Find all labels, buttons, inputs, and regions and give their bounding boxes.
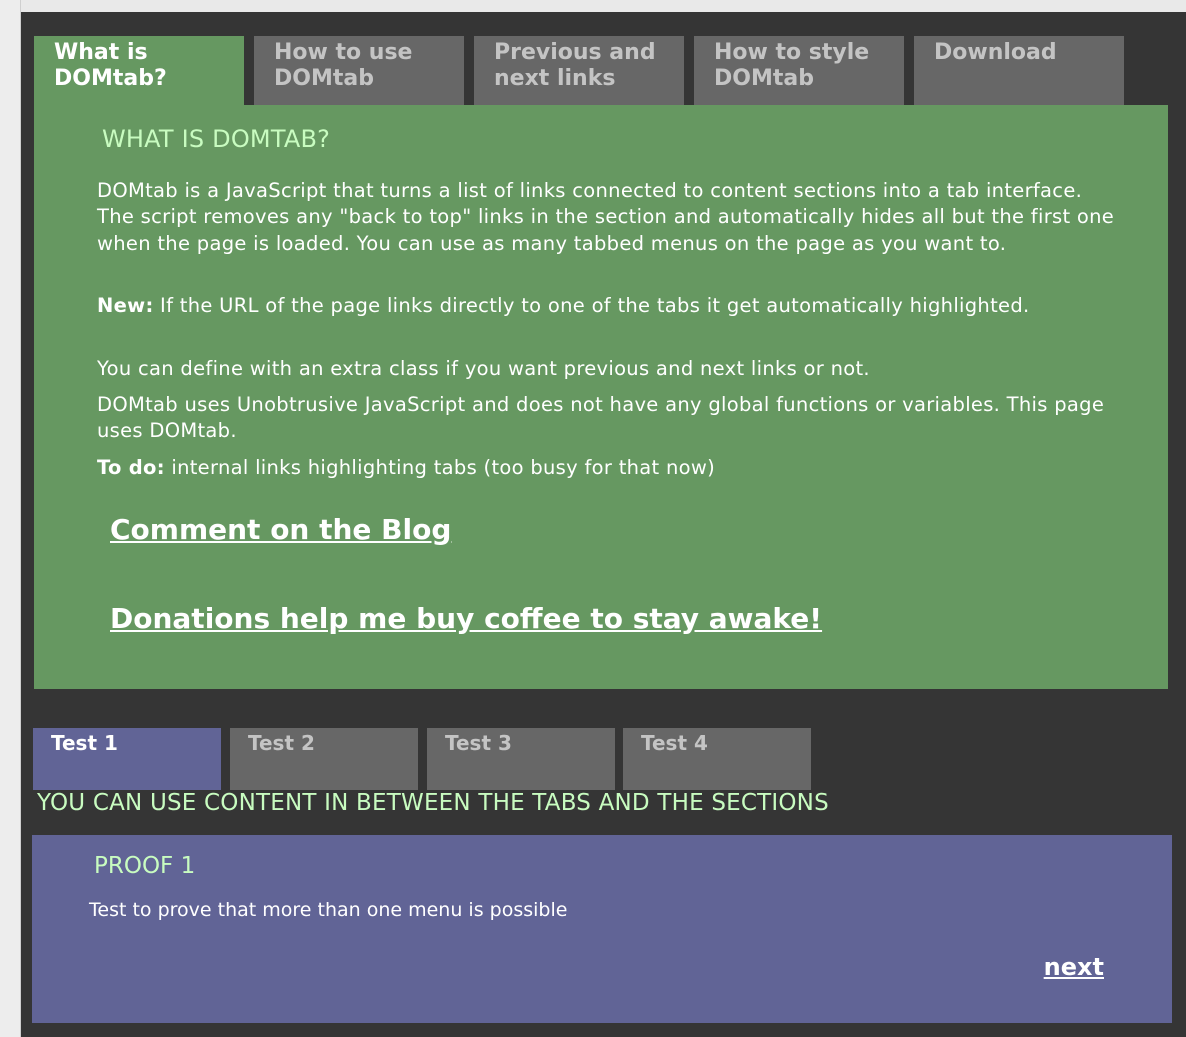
tab-test-3[interactable]: Test 3 [427,728,615,790]
donations-link[interactable]: Donations help me buy coffee to stay awa… [110,602,822,635]
tab-label-line2: next links [494,66,616,91]
tab-label-line1: What is [54,40,148,65]
tab-label-line2: DOMtab [274,66,374,91]
section-heading: PROOF 1 [94,853,196,879]
tab-label-line1: How to style [714,40,870,65]
tab-label-line1: How to use [274,40,413,65]
tab-label-line1: Download [934,40,1057,65]
section-heading: WHAT IS DOMTAB? [102,125,331,153]
tab-download[interactable]: Download [914,36,1124,105]
page-background-edge [0,0,21,1037]
section-proof-1: PROOF 1 Test to prove that more than one… [32,835,1172,1023]
tab-what-is-domtab[interactable]: What is DOMtab? [34,36,244,105]
extra-class-paragraph: You can define with an extra class if yo… [97,357,870,380]
tab-label-line1: Previous and [494,40,656,65]
new-label: New: [97,294,154,317]
comment-on-blog-link[interactable]: Comment on the Blog [110,513,451,546]
tab-test-1[interactable]: Test 1 [33,728,221,790]
todo-label: To do: [97,456,165,479]
tab-menu-1: What is DOMtab? How to use DOMtab Previo… [34,36,1174,105]
tab-test-4[interactable]: Test 4 [623,728,811,790]
todo-paragraph: To do: internal links highlighting tabs … [97,455,1117,481]
new-feature-paragraph: New: If the URL of the page links direct… [97,293,1117,319]
tab-previous-next-links[interactable]: Previous and next links [474,36,684,105]
unobtrusive-paragraph: DOMtab uses Unobtrusive JavaScript and d… [97,393,1105,443]
section-text: Test to prove that more than one menu is… [89,899,568,921]
tab-how-to-style[interactable]: How to style DOMtab [694,36,904,105]
domtab-demo-frame: What is DOMtab? How to use DOMtab Previo… [21,12,1186,1037]
todo-text: internal links highlighting tabs (too bu… [164,456,716,479]
intro-paragraph: DOMtab is a JavaScript that turns a list… [97,179,1115,255]
tab-label-line2: DOMtab [714,66,814,91]
tab-label-line2: DOMtab? [54,66,167,91]
section-what-is-domtab: WHAT IS DOMTAB? DOMtab is a JavaScript t… [34,105,1168,689]
between-content-text: YOU CAN USE CONTENT IN BETWEEN THE TABS … [37,790,829,816]
next-link[interactable]: next [1044,953,1104,981]
tab-test-2[interactable]: Test 2 [230,728,418,790]
new-text: If the URL of the page links directly to… [153,294,1030,317]
tab-how-to-use[interactable]: How to use DOMtab [254,36,464,105]
